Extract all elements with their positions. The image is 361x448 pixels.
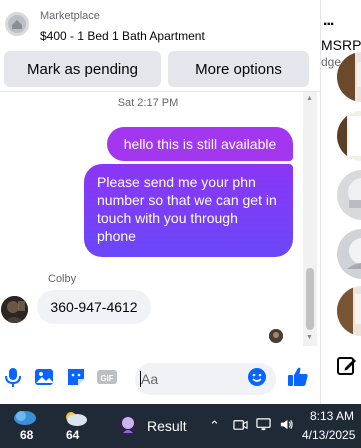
sticker-icon[interactable] <box>65 366 87 388</box>
result-app-icon[interactable] <box>117 413 139 442</box>
microphone-icon[interactable] <box>2 366 24 388</box>
read-receipt-avatar <box>269 329 283 343</box>
scrollbar[interactable]: ▲ ▼ <box>303 92 317 346</box>
outgoing-message[interactable]: hello this is still available <box>107 127 293 161</box>
emoji-icon[interactable] <box>246 366 268 388</box>
chat-panel: Marketplace $400 - 1 Bed 1 Bath Apartmen… <box>0 0 320 404</box>
photo-icon[interactable] <box>33 366 55 388</box>
outgoing-message[interactable]: Please send me your phn number so that w… <box>84 164 293 257</box>
message-input-placeholder: Aa <box>141 371 159 387</box>
like-icon[interactable] <box>286 365 310 389</box>
more-icon[interactable]: ... <box>323 12 334 30</box>
svg-text:GIF: GIF <box>100 374 113 383</box>
message-composer: GIF Aa <box>0 358 320 398</box>
taskbar-clock-date[interactable]: 4/13/2025 <box>302 428 355 442</box>
camera-tray-icon[interactable] <box>233 417 248 435</box>
house-icon <box>5 12 29 36</box>
side-panel-title: MSRP <box>321 37 361 53</box>
scroll-up-arrow-icon[interactable]: ▲ <box>306 95 313 102</box>
listing-thumbnail[interactable] <box>337 229 361 279</box>
gif-icon[interactable]: GIF <box>96 366 118 388</box>
read-receipt-photo <box>269 329 283 343</box>
conversation-header: Marketplace $400 - 1 Bed 1 Bath Apartmen… <box>0 0 320 92</box>
weather-rain-icon <box>14 411 36 425</box>
scroll-down-arrow-icon[interactable]: ▼ <box>306 334 313 341</box>
listing-thumbnail[interactable] <box>337 170 361 220</box>
more-options-button[interactable]: More options <box>168 51 309 87</box>
listing-side-panel: ... MSRP dge <box>320 0 361 404</box>
windows-taskbar: 68 64 Result ⌃ 8:13 AM 4/13/2025 <box>0 404 361 448</box>
taskbar-app-label[interactable]: Result <box>147 418 187 434</box>
weather-cloud-icon <box>66 412 87 426</box>
marketplace-avatar[interactable] <box>5 12 29 36</box>
weather-temp-2: 64 <box>66 428 80 442</box>
incoming-message[interactable]: 360-947-4612 <box>37 290 151 324</box>
network-icon[interactable] <box>256 417 271 435</box>
profile-photo <box>1 296 28 323</box>
volume-icon[interactable] <box>279 417 294 435</box>
scrollbar-thumb[interactable] <box>306 268 314 330</box>
new-message-icon[interactable] <box>335 354 359 378</box>
message-timestamp: Sat 2:17 PM <box>117 97 179 109</box>
chevron-up-icon[interactable]: ⌃ <box>209 418 220 434</box>
mark-as-pending-button[interactable]: Mark as pending <box>4 51 161 87</box>
taskbar-clock-time[interactable]: 8:13 AM <box>310 409 354 423</box>
listing-thumbnail[interactable] <box>337 111 361 161</box>
listing-title[interactable]: $400 - 1 Bed 1 Bath Apartment <box>40 29 205 43</box>
weather-temp-1: 68 <box>20 428 34 442</box>
listing-thumbnail[interactable] <box>337 286 361 336</box>
avatar[interactable] <box>1 296 28 323</box>
marketplace-label: Marketplace <box>40 10 100 22</box>
sender-name: Colby <box>48 273 77 285</box>
